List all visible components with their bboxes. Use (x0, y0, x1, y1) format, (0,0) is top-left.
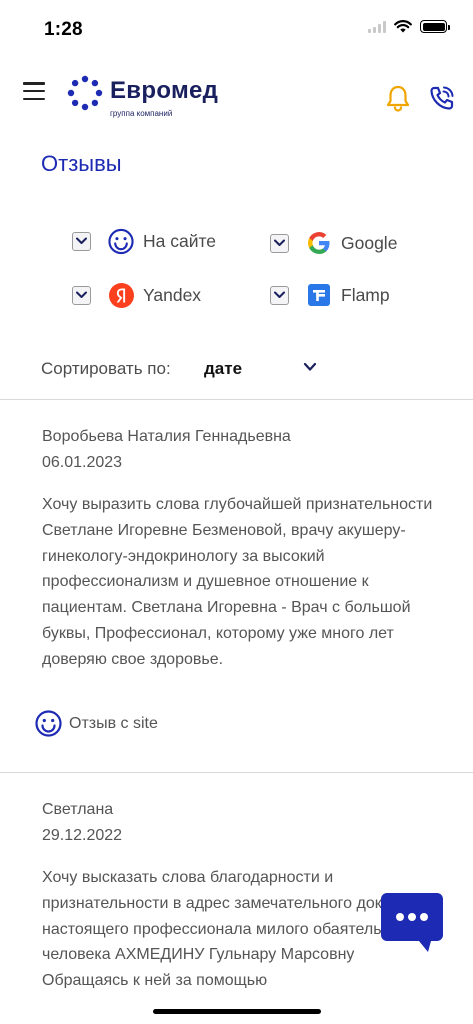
app-header: Евромед группа компаний (0, 72, 473, 128)
review-text: Хочу выразить слова глубочайшей признате… (42, 496, 433, 668)
filter-on-site[interactable]: На сайте (72, 228, 216, 254)
sort-label: Сортировать по: (41, 359, 171, 378)
filter-google[interactable]: Google (270, 230, 397, 256)
review-date: 29.12.2022 (42, 827, 123, 844)
logo-name: Евромед (110, 77, 219, 104)
smiley-icon (108, 228, 134, 254)
review-author: Воробьева Наталия Геннадьевна (42, 428, 291, 445)
sort-dropdown[interactable]: дате (204, 359, 242, 379)
status-time: 1:28 (44, 19, 83, 40)
checkmark-icon (76, 237, 87, 244)
battery-icon (420, 20, 450, 33)
filter-checkbox[interactable] (270, 233, 289, 253)
chat-icon[interactable] (381, 893, 443, 953)
google-icon (306, 230, 332, 256)
filter-label: Yandex (143, 284, 202, 305)
home-indicator (153, 1009, 321, 1014)
review-source-label: Отзыв с site (69, 714, 158, 732)
phone-call-icon[interactable] (428, 84, 456, 112)
divider (0, 399, 473, 400)
review-date: 06.01.2023 (42, 454, 123, 471)
filter-label: На сайте (143, 230, 217, 251)
filter-yandex[interactable]: Yandex (72, 282, 201, 308)
checkmark-icon (274, 291, 285, 298)
logo-subtitle: группа компаний (110, 109, 173, 118)
smiley-icon (35, 710, 62, 737)
filter-flamp[interactable]: Flamp (270, 282, 390, 308)
yandex-icon (108, 282, 134, 308)
hamburger-menu-icon[interactable] (23, 82, 45, 100)
flamp-icon (306, 282, 332, 308)
filter-checkbox[interactable] (270, 285, 289, 305)
filter-checkbox[interactable] (72, 231, 91, 251)
review-author: Светлана (42, 801, 114, 818)
checkmark-icon (274, 239, 285, 246)
page-title: Отзывы (41, 151, 122, 176)
cellular-signal-icon (368, 20, 386, 33)
logo[interactable]: Евромед группа компаний (67, 75, 218, 119)
review-text: Хочу высказать слова благодарности и при… (42, 869, 416, 988)
logo-dots-icon (67, 75, 103, 111)
review-card: Светлана 29.12.2022 Хочу высказать слова… (0, 773, 473, 988)
filter-checkbox[interactable] (72, 285, 91, 305)
filter-label: Flamp (341, 284, 390, 305)
status-bar: 1:28 (0, 0, 473, 50)
status-icons (368, 20, 450, 33)
filter-label: Google (341, 232, 398, 253)
bell-icon[interactable] (385, 84, 411, 112)
chevron-down-icon[interactable] (303, 362, 317, 372)
review-source: Отзыв с site (35, 710, 158, 737)
checkmark-icon (76, 291, 87, 298)
wifi-icon (394, 20, 412, 33)
